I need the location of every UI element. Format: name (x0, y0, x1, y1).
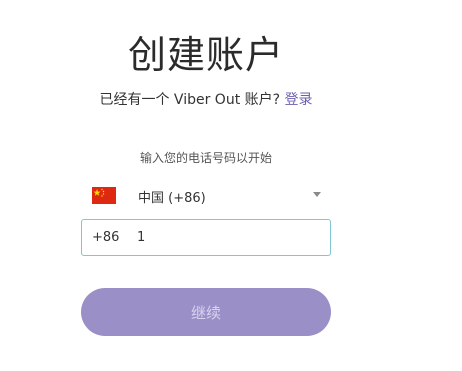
china-flag-icon (92, 187, 116, 204)
dial-code: +86 (92, 230, 120, 245)
phone-field[interactable]: +86 (81, 219, 331, 256)
continue-button[interactable]: 继续 (81, 288, 331, 336)
country-selected-value: 中国 (+86) (138, 191, 206, 206)
phone-input[interactable] (137, 226, 317, 248)
create-account-page: 创建账户 已经有一个 Viber Out 账户? 登录 输入您的电话号码以开始 … (0, 0, 462, 371)
chevron-down-icon[interactable] (313, 192, 321, 197)
page-title: 创建账户 (127, 33, 284, 77)
phone-hint: 输入您的电话号码以开始 (139, 151, 272, 165)
login-prompt: 已经有一个 Viber Out 账户? 登录 (0, 89, 412, 109)
login-prompt-text: 已经有一个 Viber Out 账户? (99, 92, 281, 108)
country-select[interactable]: 中国 (+86) (81, 180, 331, 210)
login-link[interactable]: 登录 (285, 92, 313, 108)
